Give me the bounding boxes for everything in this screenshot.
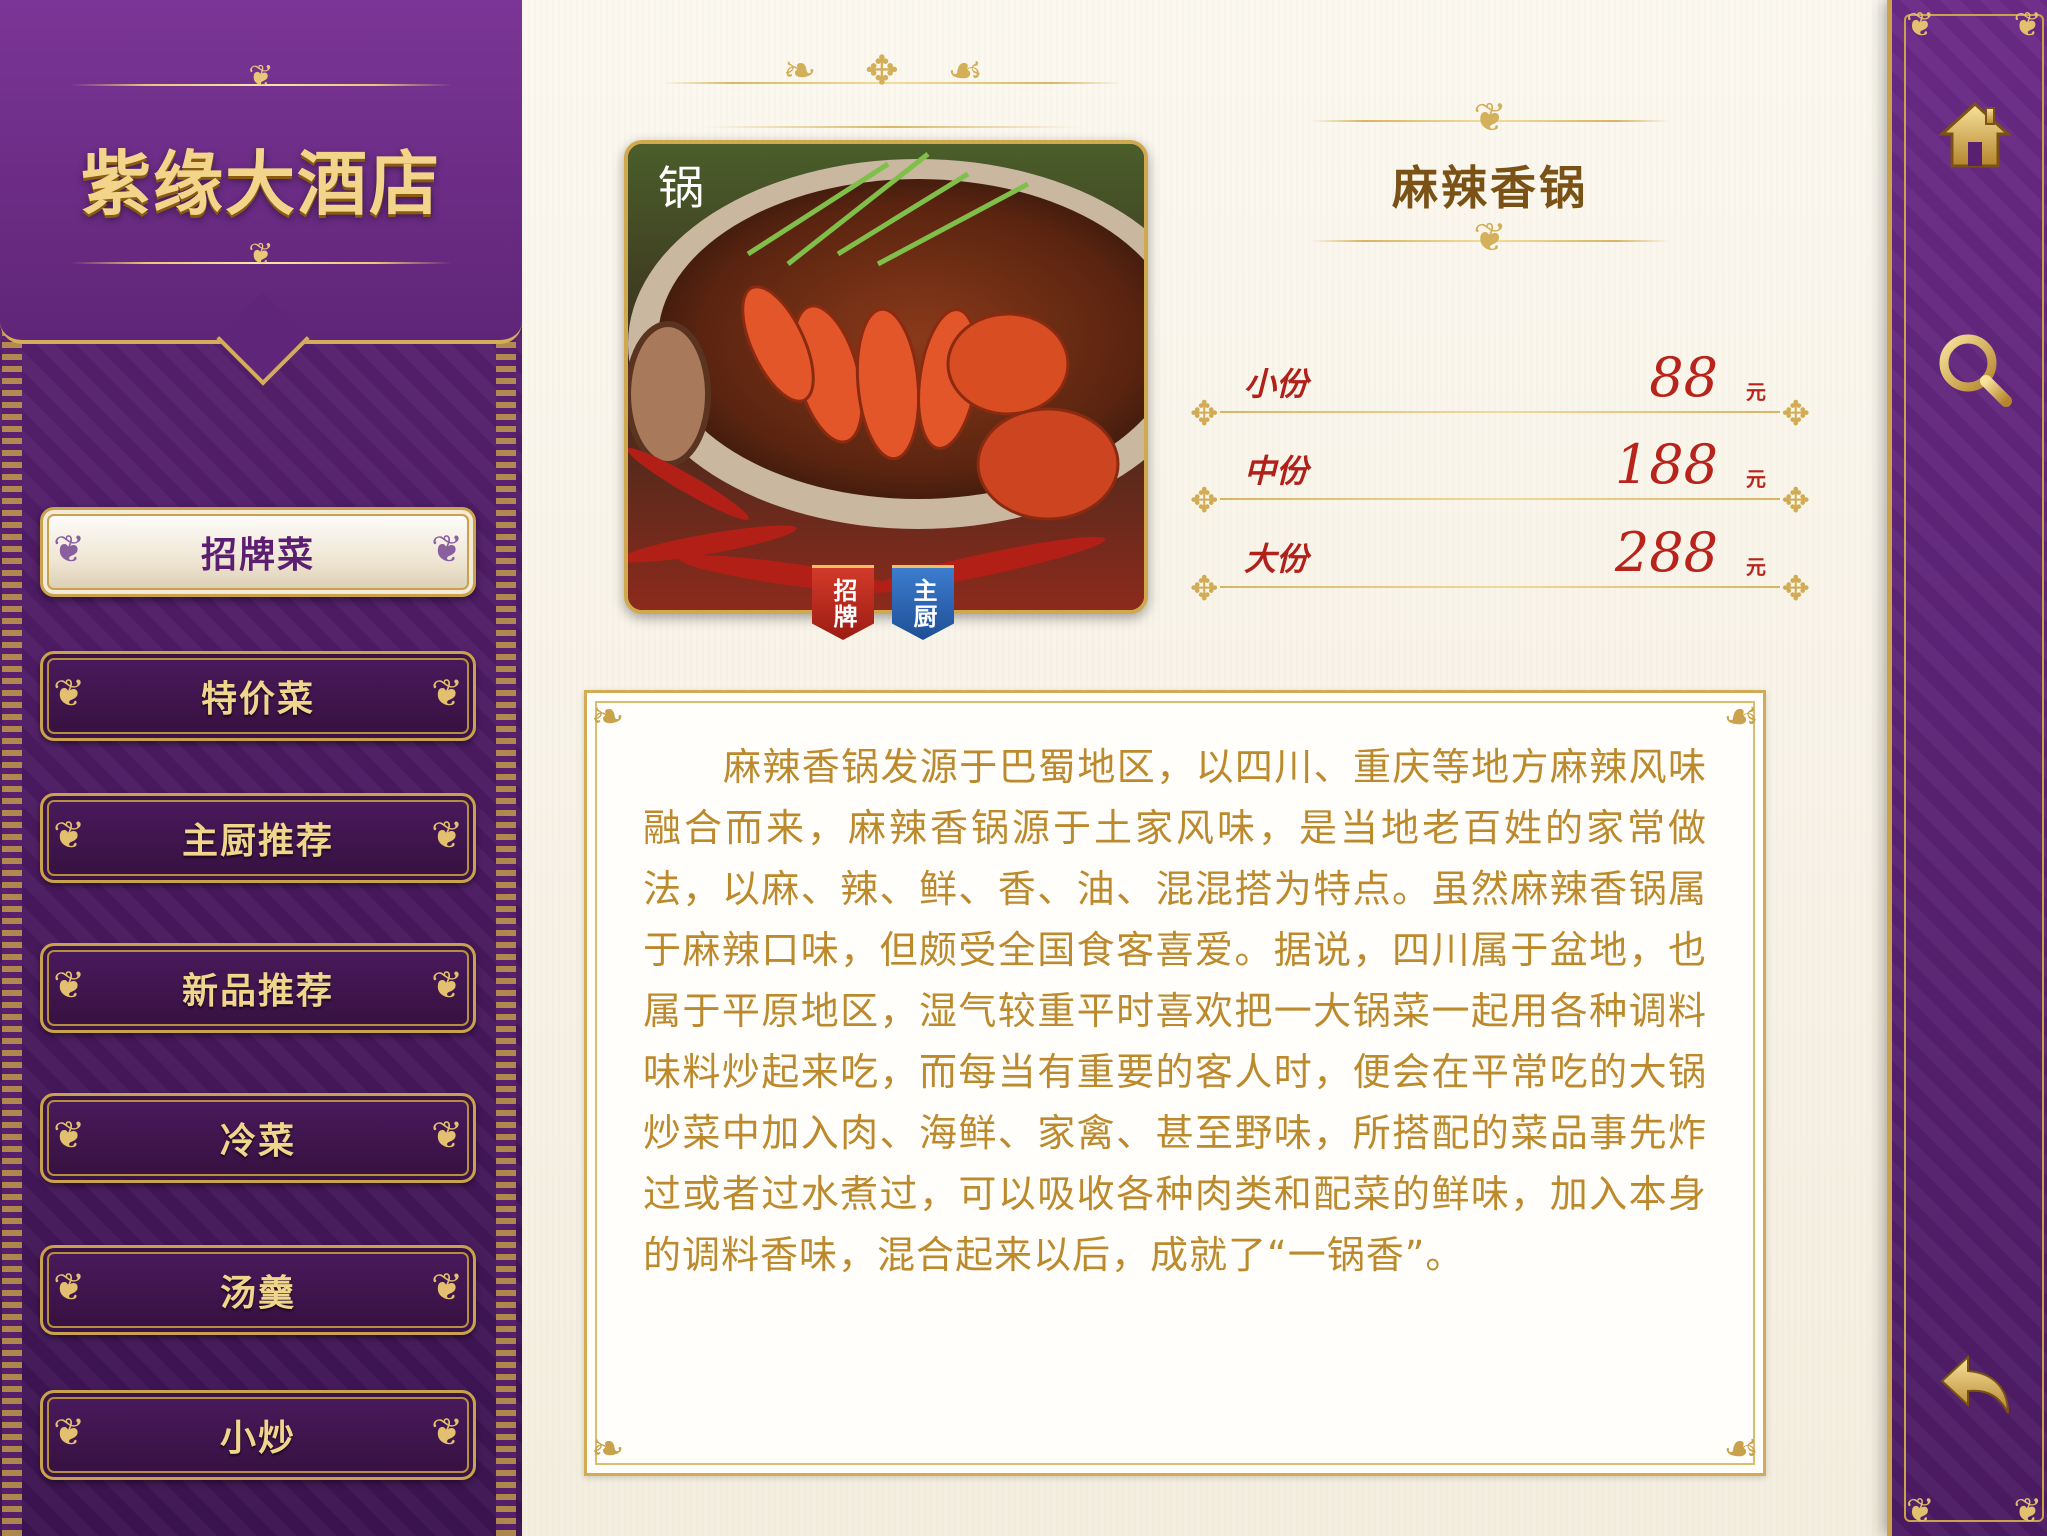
ornament-icon: ❦ [53,963,85,1007]
price-amount: 88 [1649,346,1718,409]
price-divider [1220,498,1780,500]
nav-item-new-dishes[interactable]: ❦ 新品推荐 ❦ [40,943,476,1033]
nav-item-soups[interactable]: ❦ 汤羹 ❦ [40,1245,476,1335]
dish-photo: 锅 [624,140,1148,614]
back-arrow-icon [1940,1354,2009,1414]
ornament-icon: ❦ [53,813,85,857]
corner-ornament-icon: ❦ [1906,5,1935,45]
description-frame: ❧ ☙ ❧ ☙ 麻辣香锅发源于巴蜀地区，以四川、重庆等地方麻辣风味融合而来，麻辣… [584,690,1766,1476]
brand-bottom-flourish [70,262,452,264]
ornament-icon: ❦ [431,1113,463,1157]
nav-item-label: 招牌菜 [200,535,315,576]
badge-chef: 主厨 [892,565,954,640]
price-size-label: 中份 [1244,452,1309,490]
price-unit: 元 [1746,380,1766,404]
title-top-ornament [1310,120,1670,122]
dish-detail-panel: 锅 招牌 主厨 麻辣香锅 小份 88 元 ✥ ✥ 中份 188 元 ✥ ✥ 大份… [522,0,1887,1536]
nav-item-special-price[interactable]: ❦ 特价菜 ❦ [40,651,476,741]
price-amount: 288 [1614,521,1718,584]
search-button[interactable] [1930,325,2020,415]
price-amount: 188 [1614,433,1718,496]
price-divider [1220,586,1780,588]
ornament-icon: ❦ [431,813,463,857]
toolbar-frame [1904,14,2044,1522]
sidebar-left-border [2,330,22,1536]
title-bottom-ornament [1310,240,1670,242]
nav-item-label: 特价菜 [200,679,315,720]
ornament-icon: ❦ [431,671,463,715]
ornament-icon: ✥ [1781,481,1811,521]
price-row-large[interactable]: 大份 288 元 ✥ ✥ [1190,520,1810,606]
corner-ornament-icon: ☙ [1723,694,1759,740]
nav-item-chef-recommend[interactable]: ❦ 主厨推荐 ❦ [40,793,476,883]
corner-ornament-icon: ❧ [591,694,625,740]
sidebar-right-border [496,330,516,1536]
search-icon [1939,334,2012,407]
price-row-medium[interactable]: 中份 188 元 ✥ ✥ [1190,432,1810,518]
brand-panel: 紫缘大酒店 [0,0,522,386]
nav-item-label: 小炒 [219,1418,296,1459]
photo-top-ornament [662,82,1122,128]
dish-description: 麻辣香锅发源于巴蜀地区，以四川、重庆等地方麻辣风味融合而来，麻辣香锅源于土家风味… [643,745,1707,1277]
price-size-label: 小份 [1244,365,1309,403]
price-row-small[interactable]: 小份 88 元 ✥ ✥ [1190,345,1810,431]
badge-signature: 招牌 [812,565,874,640]
brand-top-flourish [70,84,452,86]
nav-item-label: 主厨推荐 [181,821,334,862]
corner-ornament-icon: ❦ [2013,5,2043,45]
nav-item-signature[interactable]: ❦ 招牌菜 ❦ [40,507,476,597]
right-toolbar: ❦ ❦ ❦ ❦ [1887,0,2047,1536]
ornament-icon: ✥ [1781,569,1811,609]
ornament-icon: ✥ [1190,569,1219,609]
nav-item-label: 新品推荐 [181,971,334,1012]
ornament-icon: ✥ [1781,394,1811,434]
home-icon [1938,101,2012,168]
corner-ornament-icon: ❦ [1906,1491,1935,1531]
home-button[interactable] [1930,90,2020,180]
dish-name: 麻辣香锅 [1392,161,1588,215]
price-unit: 元 [1746,555,1766,579]
back-button[interactable] [1930,1340,2020,1430]
ornament-icon: ❦ [53,671,85,715]
price-unit: 元 [1746,467,1766,491]
nav-item-label: 冷菜 [219,1121,296,1162]
restaurant-name: 紫缘大酒店 [81,142,441,225]
ornament-icon: ✥ [1190,394,1219,434]
ornament-icon: ❦ [431,1265,463,1309]
nav-item-stir-fry[interactable]: ❦ 小炒 ❦ [40,1390,476,1480]
svg-text:锅: 锅 [658,161,704,215]
nav-item-label: 汤羹 [219,1273,296,1314]
price-size-label: 大份 [1244,540,1309,578]
corner-ornament-icon: ❦ [2013,1491,2043,1531]
corner-ornament-icon: ☙ [1723,1426,1759,1472]
ornament-icon: ✥ [1190,481,1219,521]
corner-ornament-icon: ❧ [591,1426,625,1472]
ornament-icon: ❦ [53,1113,85,1157]
ornament-icon: ❦ [53,527,85,571]
ornament-icon: ❦ [431,1410,463,1454]
dish-photo-illustration: 锅 [628,144,1144,610]
ornament-icon: ❦ [431,963,463,1007]
category-sidebar: 紫缘大酒店 ❦ 招牌菜 ❦ ❦ 特价菜 ❦ ❦ 主厨推荐 ❦ ❦ 新品推荐 ❦ … [0,0,522,1536]
dish-title-block: 麻辣香锅 [1300,90,1680,280]
price-divider [1220,411,1780,413]
ornament-icon: ❦ [53,1265,85,1309]
ornament-icon: ❦ [431,527,463,571]
brand-panel-notch [216,292,310,386]
ornament-icon: ❦ [53,1410,85,1454]
nav-item-cold-dishes[interactable]: ❦ 冷菜 ❦ [40,1093,476,1183]
